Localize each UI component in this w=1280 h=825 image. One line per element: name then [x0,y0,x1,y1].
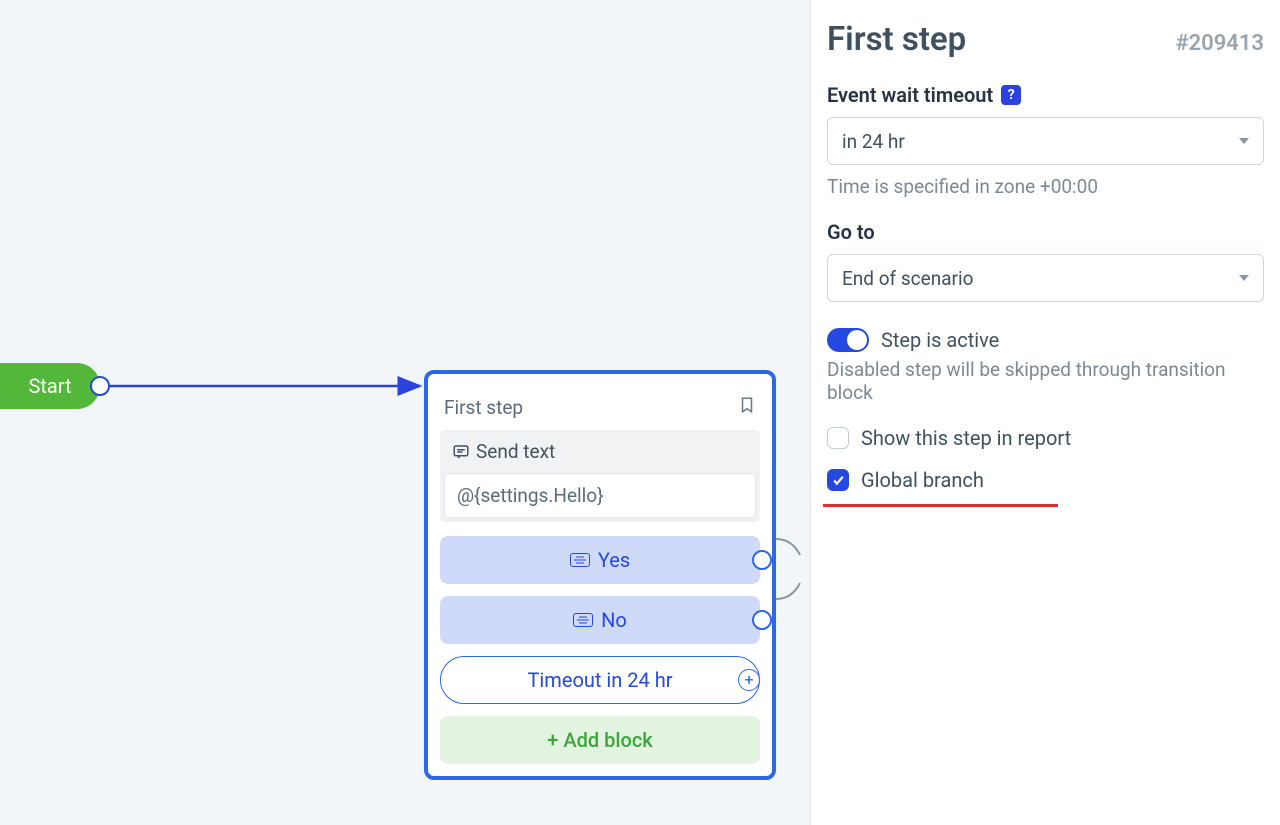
start-output-port[interactable] [90,376,110,396]
add-block-label: + Add block [547,728,652,752]
step-title: First step [444,396,523,419]
global-branch-checkbox[interactable] [827,469,849,491]
choice-button-yes[interactable]: Yes [440,536,760,584]
workflow-canvas[interactable]: Start First step [0,0,810,825]
choice-no-label: No [601,608,627,632]
choice-no-port[interactable] [752,610,772,630]
chat-icon [452,443,470,461]
goto-field-label: Go to [827,220,1264,244]
timeout-hint: Time is specified in zone +00:00 [827,175,1264,198]
add-block-button[interactable]: + Add block [440,716,760,764]
active-toggle-desc: Disabled step will be skipped through tr… [827,358,1264,404]
show-report-row[interactable]: Show this step in report [827,426,1264,450]
help-icon[interactable]: ? [1001,85,1021,105]
show-report-label: Show this step in report [861,426,1071,450]
choice-yes-port[interactable] [752,550,772,570]
active-toggle-label: Step is active [881,328,999,352]
send-text-block[interactable]: Send text @{settings.Hello} [440,430,760,522]
timeout-plus-port[interactable]: + [738,669,760,691]
step-header: First step [440,388,760,430]
goto-select[interactable]: End of scenario [827,254,1264,302]
timeout-select[interactable]: in 24 hr [827,117,1264,165]
choice-button-no[interactable]: No [440,596,760,644]
bookmark-icon[interactable] [738,394,756,420]
step-card[interactable]: First step Send text @{settings.Hello} [424,370,776,780]
timeout-field-label: Event wait timeout ? [827,83,1264,107]
active-toggle-row: Step is active [827,328,1264,352]
highlight-underline [823,504,1058,507]
panel-title: First step [827,20,966,59]
panel-id: #209413 [1175,31,1264,56]
keyboard-icon [570,553,590,567]
send-text-head: Send text [440,430,760,469]
keyboard-icon [573,613,593,627]
timeout-button[interactable]: Timeout in 24 hr + [440,656,760,704]
show-report-checkbox[interactable] [827,427,849,449]
send-text-label: Send text [476,440,555,463]
global-branch-row[interactable]: Global branch [827,468,1264,492]
start-node[interactable]: Start [0,363,100,409]
chevron-down-icon [1239,275,1249,281]
timeout-label: Timeout in 24 hr [528,668,673,692]
choice-yes-label: Yes [598,548,630,572]
check-icon [832,474,845,487]
chevron-down-icon [1239,138,1249,144]
timeout-select-value: in 24 hr [842,130,905,153]
start-label: Start [28,374,71,398]
global-branch-label: Global branch [861,468,984,492]
step-active-toggle[interactable] [827,328,869,352]
send-text-value[interactable]: @{settings.Hello} [444,473,756,518]
panel-header: First step #209413 [827,20,1264,59]
goto-select-value: End of scenario [842,267,973,290]
side-panel: First step #209413 Event wait timeout ? … [810,0,1280,825]
